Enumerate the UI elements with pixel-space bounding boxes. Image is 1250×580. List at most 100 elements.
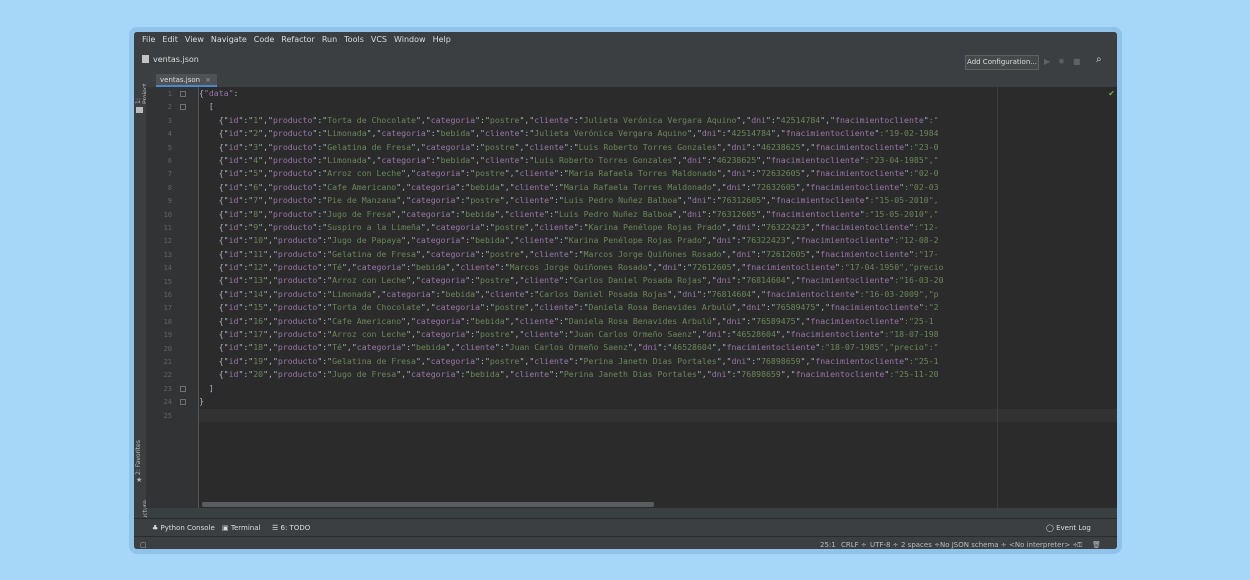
trash-icon[interactable]: 🗑 — [1092, 537, 1101, 549]
fold-marker-icon[interactable] — [180, 104, 186, 111]
line-number: 13 — [163, 250, 172, 259]
record-line[interactable]: {"id":"10","producto":"Jugo de Papaya","… — [199, 234, 944, 247]
json-code[interactable]: {"data": [ {"id":"1","producto":"Torta d… — [199, 87, 944, 422]
debug-icon[interactable]: ✹ — [1058, 57, 1065, 66]
record-line[interactable]: {"id":"6","producto":"Cafe Americano","c… — [199, 181, 944, 194]
tool-window-bar: ♣ Python Console ▣ Terminal ☰ 6: TODO ◯ … — [134, 518, 1117, 537]
record-line[interactable]: {"id":"7","producto":"Pie de Manzana","c… — [199, 194, 944, 207]
record-line[interactable]: {"id":"1","producto":"Torta de Chocolate… — [199, 114, 944, 127]
json-value: :"16-03-2009","p — [859, 288, 939, 299]
menu-navigate[interactable]: Navigate — [211, 32, 247, 48]
menu-bar: File Edit View Navigate Code Refactor Ru… — [134, 32, 1117, 48]
code-line[interactable] — [199, 408, 944, 421]
menu-tools[interactable]: Tools — [344, 32, 364, 48]
record-line[interactable]: {"id":"18","producto":"Té","categoria":"… — [199, 341, 944, 354]
add-configuration-button[interactable]: Add Configuration... — [965, 55, 1039, 70]
line-number: 9 — [167, 197, 172, 206]
json-value: Luis Roberto Torres Gonzales — [578, 141, 717, 152]
json-value: 15 — [253, 302, 264, 313]
menu-code[interactable]: Code — [254, 32, 274, 48]
record-line[interactable]: {"id":"17","producto":"Arroz con Leche",… — [199, 328, 944, 341]
json-key: fnacimientocliente — [790, 329, 880, 340]
record-line[interactable]: {"id":"9","producto":"Suspiro a la Limeñ… — [199, 221, 944, 234]
json-value: Carlos Daniel Posada Rojas — [539, 288, 668, 299]
json-value: Torta de Chocolate — [332, 302, 421, 313]
file-encoding[interactable]: UTF-8 ÷ — [870, 537, 899, 549]
json-value: 16 — [253, 315, 264, 326]
record-line[interactable]: {"id":"4","producto":"Limonada","categor… — [199, 154, 944, 167]
json-value: :"25-11-20 — [889, 369, 939, 380]
terminal-button[interactable]: ▣ Terminal — [222, 519, 260, 537]
menu-view[interactable]: View — [185, 32, 204, 48]
json-value: bebida — [415, 262, 446, 273]
close-icon[interactable]: × — [205, 76, 211, 84]
record-line[interactable]: {"id":"2","producto":"Limonada","categor… — [199, 127, 944, 140]
record-line[interactable]: {"id":"15","producto":"Torta de Chocolat… — [199, 301, 944, 314]
json-value: :"23-0 — [909, 141, 939, 152]
record-line[interactable]: {"id":"3","producto":"Gelatina de Fresa"… — [199, 141, 944, 154]
record-line[interactable]: {"id":"20","producto":"Jugo de Fresa","c… — [199, 368, 944, 381]
menu-file[interactable]: File — [142, 32, 155, 48]
json-key: fnacimientocliente — [770, 154, 860, 165]
menu-run[interactable]: Run — [322, 32, 337, 48]
record-line[interactable]: {"id":"19","producto":"Gelatina de Fresa… — [199, 355, 944, 368]
star-icon[interactable]: ★ — [136, 476, 142, 484]
breadcrumb-label: ventas.json — [153, 55, 199, 64]
code-line[interactable]: } — [199, 395, 944, 408]
json-value: Arroz con Leche — [332, 329, 407, 340]
code-line[interactable]: [ — [199, 100, 944, 113]
menu-help[interactable]: Help — [433, 32, 451, 48]
json-value: Luis Roberto Torres Gonzales — [534, 154, 673, 165]
stop-icon[interactable]: ■ — [1073, 57, 1081, 66]
lock-icon[interactable]: ⚿ — [1077, 537, 1082, 549]
record-line[interactable]: {"id":"14","producto":"Limonada","catego… — [199, 288, 944, 301]
favorites-tool-button[interactable]: 2: Favorites — [135, 439, 145, 475]
record-line[interactable]: {"id":"12","producto":"Té","categoria":"… — [199, 261, 944, 274]
line-number: 11 — [163, 224, 172, 232]
code-editor[interactable]: ✔ {"data": [ {"id":"1","producto":"Torta… — [199, 87, 1117, 508]
layout-icon[interactable]: ▢ — [140, 537, 147, 549]
json-value: bebida — [415, 342, 446, 353]
python-console-button[interactable]: ♣ Python Console — [152, 519, 215, 537]
code-line[interactable]: {"data": — [199, 87, 944, 100]
json-value: :"23-04-1985"," — [864, 154, 939, 165]
json-value: postre — [480, 329, 510, 340]
json-value: 7 — [253, 195, 259, 206]
fold-marker-icon[interactable] — [180, 399, 186, 406]
menu-refactor[interactable]: Refactor — [281, 32, 315, 48]
line-separator[interactable]: CRLF ÷ — [841, 537, 867, 549]
menu-vcs[interactable]: VCS — [371, 32, 387, 48]
record-line[interactable]: {"id":"8","producto":"Jugo de Fresa","ca… — [199, 208, 944, 221]
json-schema[interactable]: No JSON schema ÷ — [940, 537, 1007, 549]
caret-position[interactable]: 25:1 — [820, 537, 836, 549]
json-value: postre — [489, 248, 520, 259]
event-log-button[interactable]: ◯ Event Log — [1046, 519, 1091, 537]
menu-edit[interactable]: Edit — [162, 32, 178, 48]
breadcrumb[interactable]: ventas.json — [142, 55, 199, 64]
interpreter-selector[interactable]: <No interpreter> ÷ — [1009, 537, 1078, 549]
line-number: 7 — [167, 170, 172, 179]
json-key: fnacimientocliente — [726, 342, 816, 353]
json-value: Jugo de Fresa — [327, 208, 392, 219]
code-line[interactable]: ] — [199, 382, 944, 395]
run-icon[interactable]: ▶ — [1044, 57, 1050, 66]
record-line[interactable]: {"id":"5","producto":"Arroz con Leche","… — [199, 167, 944, 180]
horizontal-scrollbar[interactable] — [202, 502, 654, 507]
indent-setting[interactable]: 2 spaces ÷ — [901, 537, 940, 549]
python-icon: ♣ — [152, 524, 159, 532]
json-key: fnacimientocliente — [800, 235, 890, 246]
record-line[interactable]: {"id":"16","producto":"Cafe Americano","… — [199, 315, 944, 328]
todo-button[interactable]: ☰ 6: TODO — [272, 519, 310, 537]
folder-icon[interactable] — [136, 107, 143, 113]
menu-window[interactable]: Window — [394, 32, 426, 48]
project-tool-button[interactable]: 1: Project — [135, 76, 149, 104]
json-value: 20 — [253, 369, 264, 380]
fold-marker-icon[interactable] — [180, 385, 186, 392]
line-number: 1 — [167, 90, 172, 98]
tab-ventas-json[interactable]: ventas.json × — [156, 74, 217, 87]
fold-marker-icon[interactable] — [180, 91, 186, 97]
json-value: postre — [475, 168, 505, 179]
record-line[interactable]: {"id":"11","producto":"Gelatina de Fresa… — [199, 248, 944, 261]
record-line[interactable]: {"id":"13","producto":"Arroz con Leche",… — [199, 274, 944, 287]
search-icon[interactable]: ⌕ — [1096, 54, 1102, 65]
